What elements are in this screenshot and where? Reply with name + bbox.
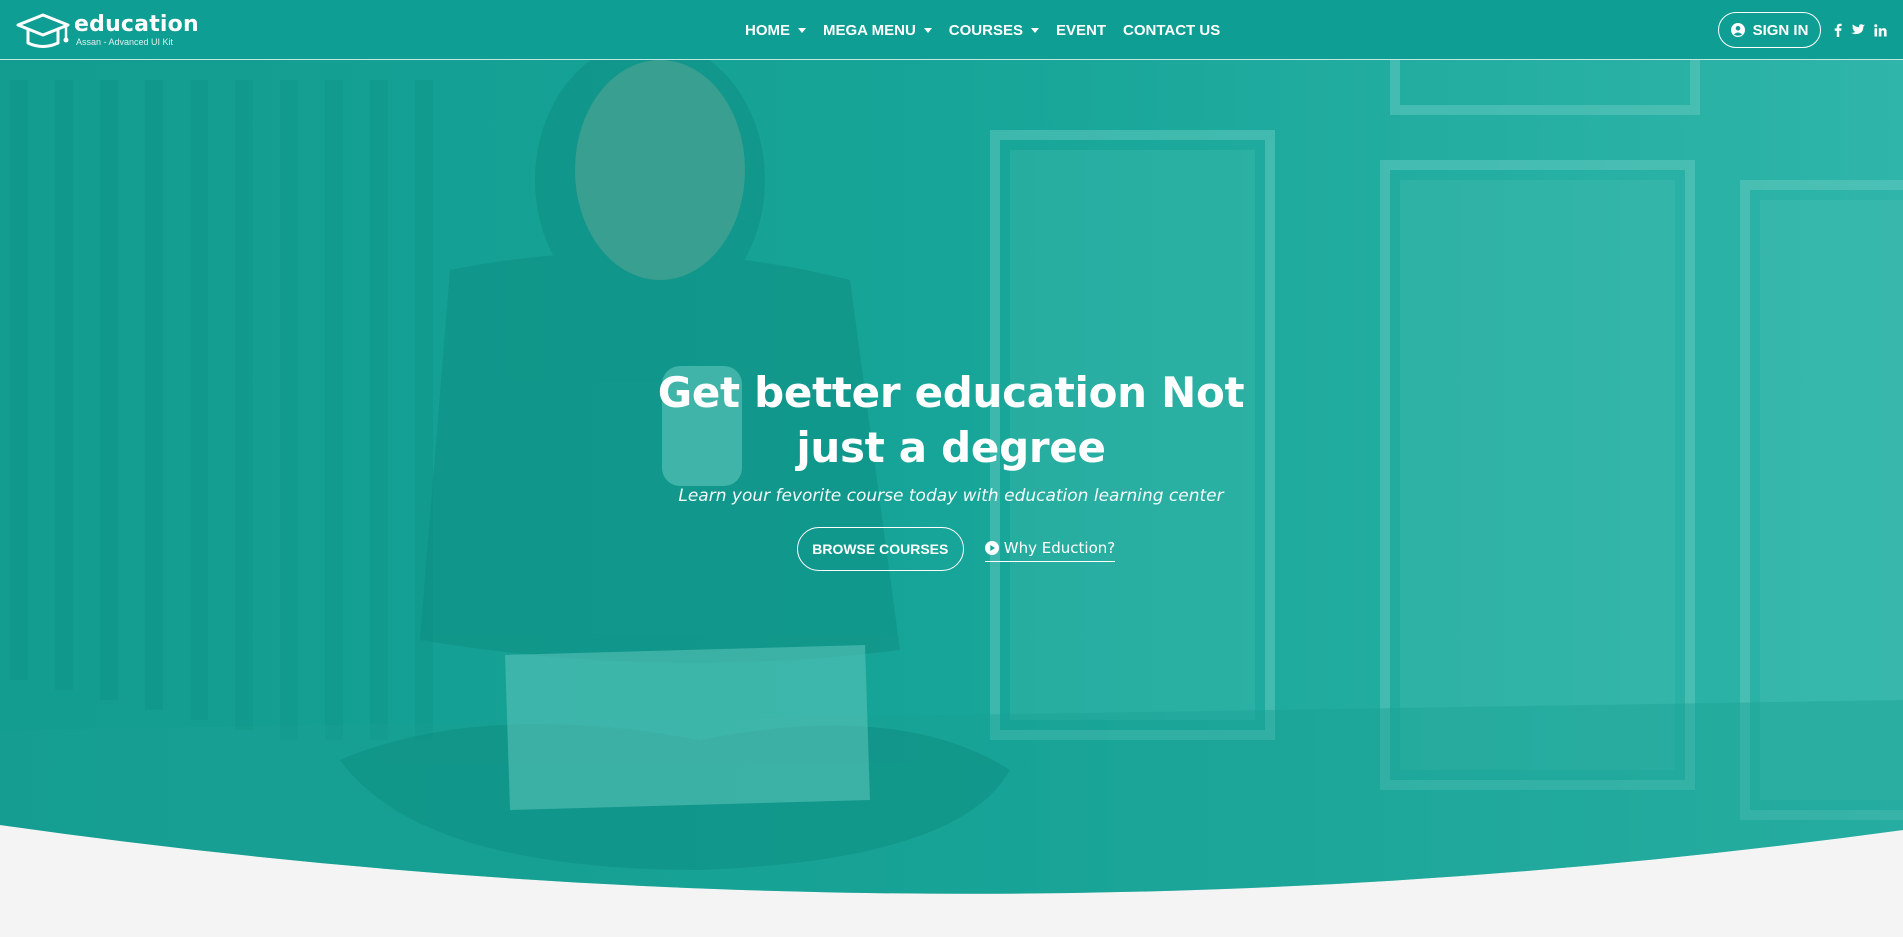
why-education-link[interactable]: Why Eduction? (984, 538, 1116, 562)
chevron-down-icon (923, 28, 932, 33)
graduation-cap-icon (16, 13, 70, 48)
menu-item-courses[interactable]: COURSES (949, 22, 1039, 39)
twitter-icon[interactable] (1851, 24, 1865, 36)
menu-item-home[interactable]: HOME (745, 22, 806, 39)
sign-in-button[interactable]: SIGN IN (1718, 12, 1821, 48)
brand-tagline: Assan - Advanced UI Kit (76, 36, 174, 47)
play-circle-icon (984, 540, 999, 555)
browse-courses-button[interactable]: BROWSE COURSES (796, 527, 964, 571)
hero-title: Get better education Not just a degree (651, 365, 1251, 475)
brand-name: education (74, 11, 199, 37)
menu-item-label: EVENT (1055, 21, 1106, 39)
navbar: education Assan - Advanced UI Kit HOME M… (0, 0, 1903, 60)
hero-content: Get better education Not just a degree L… (651, 365, 1251, 571)
menu-item-event[interactable]: EVENT (1056, 22, 1106, 39)
hero-section: education Assan - Advanced UI Kit HOME M… (0, 0, 1903, 937)
menu-item-mega-menu[interactable]: MEGA MENU (823, 22, 932, 39)
menu-item-label: MEGA MENU (823, 21, 916, 39)
sign-in-label: SIGN IN (1752, 21, 1809, 39)
chevron-down-icon (1030, 28, 1039, 33)
menu-item-contact-us[interactable]: CONTACT US (1123, 22, 1220, 39)
menu-item-label: CONTACT US (1122, 21, 1221, 39)
brand-text: education Assan - Advanced UI Kit (74, 11, 199, 47)
hero-subtitle: Learn your fevorite course today with ed… (678, 486, 1224, 506)
facebook-icon[interactable] (1834, 23, 1842, 37)
hero-title-line-1: Get better education Not (657, 368, 1245, 417)
hero-actions: BROWSE COURSES Why Eduction? (651, 527, 1251, 571)
hero-title-line-2: just a degree (796, 423, 1106, 472)
menu-item-label: COURSES (948, 21, 1023, 39)
menu-item-label: HOME (745, 21, 790, 39)
user-circle-icon (1730, 23, 1745, 37)
main-menu: HOME MEGA MENU COURSES EVENT CONTACT US (745, 0, 1237, 60)
linkedin-icon[interactable] (1874, 23, 1887, 37)
social-links (1834, 21, 1887, 39)
brand-logo[interactable]: education Assan - Advanced UI Kit (14, 10, 199, 50)
why-education-label: Why Eduction? (1003, 538, 1116, 557)
chevron-down-icon (798, 28, 806, 33)
